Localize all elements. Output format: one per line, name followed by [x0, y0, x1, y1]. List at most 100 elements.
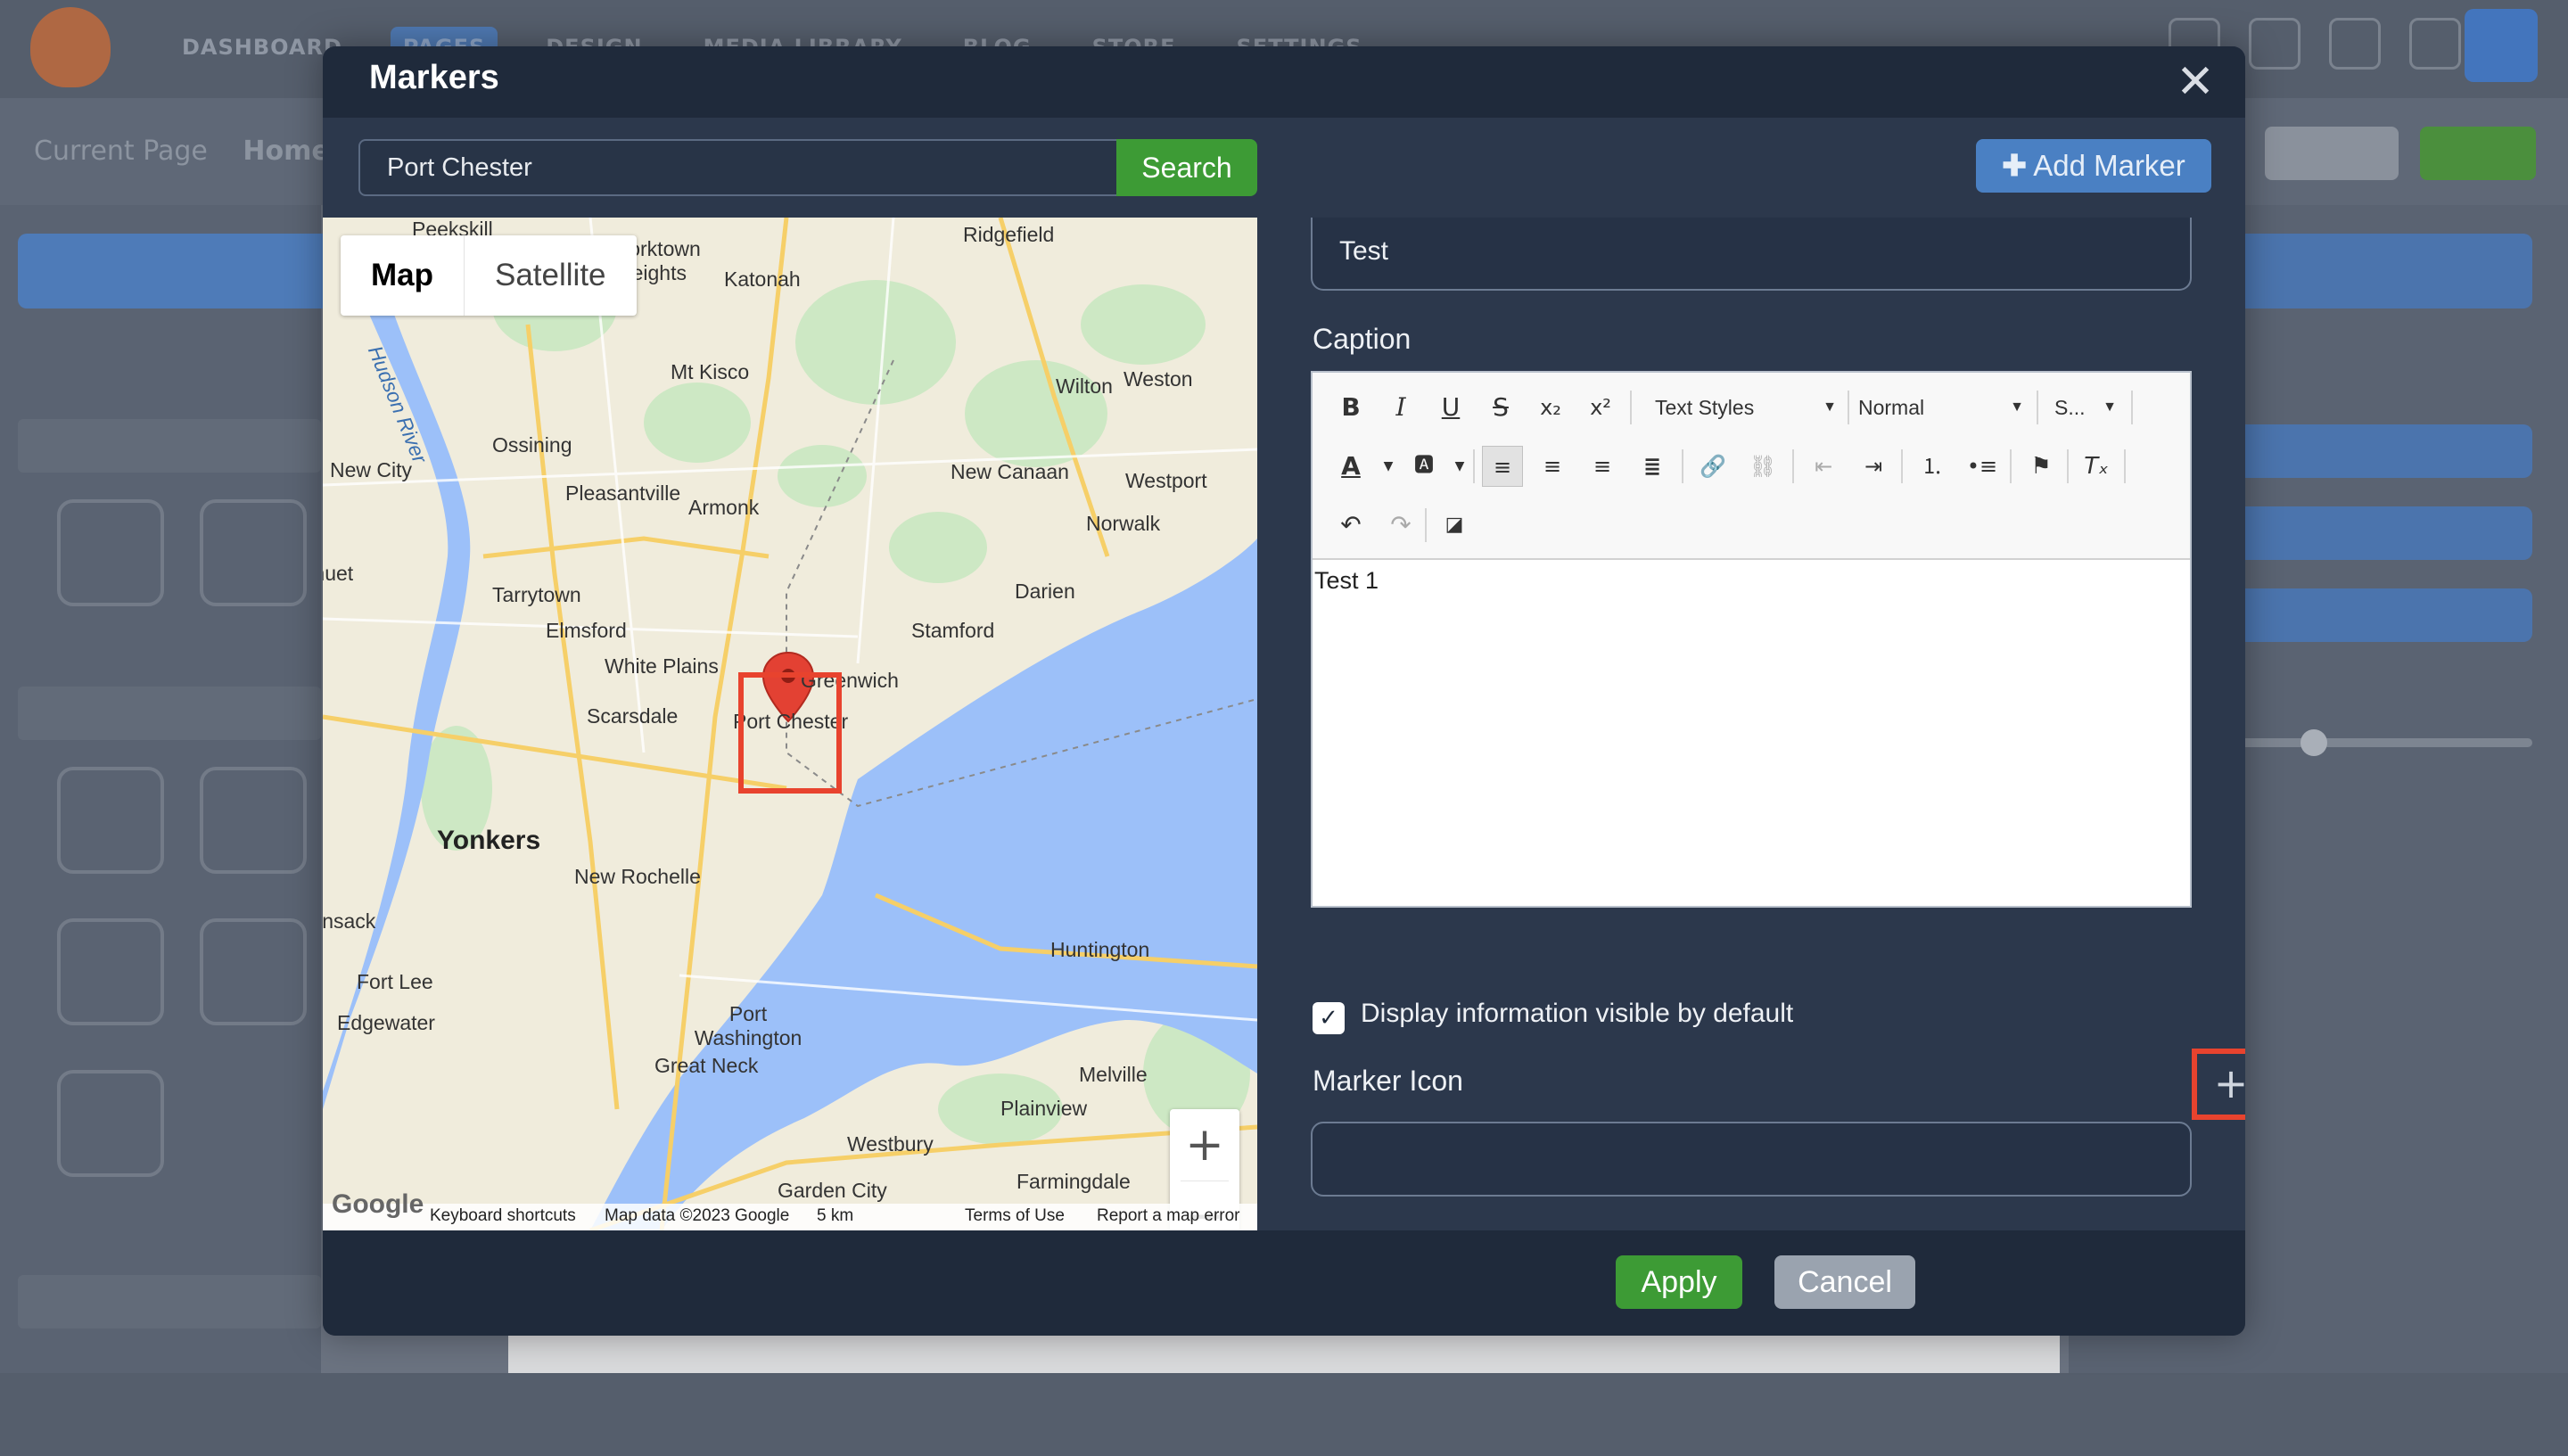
chevron-down-icon: ▼: [1823, 399, 1837, 415]
add-marker-icon-button[interactable]: +: [2192, 1049, 2245, 1120]
widget-divider-icon[interactable]: [57, 918, 164, 1025]
markers-dialog: Markers ✕ Port Chester Search ✚ Add Mark…: [323, 46, 2245, 1336]
map-label-armonk: Armonk: [688, 496, 760, 519]
marker-highlight-box: [738, 672, 842, 794]
widget-container-icon[interactable]: [200, 499, 307, 606]
map-view[interactable]: Peekskill Yorktown Heights Katonah Ridge…: [323, 218, 1257, 1230]
initial-map-center-button[interactable]: [2211, 506, 2532, 560]
redo-icon[interactable]: ↷: [1380, 505, 1421, 546]
font-size-dropdown[interactable]: S... ▼: [2054, 387, 2117, 428]
zoom-in-button[interactable]: +: [1170, 1109, 1239, 1180]
map-label-hackensack: Hackensack: [323, 909, 376, 933]
google-logo[interactable]: Google: [332, 1189, 424, 1220]
toolbar-separator: [2037, 391, 2038, 424]
strikethrough-icon[interactable]: S: [1480, 387, 1521, 428]
italic-icon[interactable]: I: [1380, 387, 1421, 428]
map-label-fort-lee: Fort Lee: [357, 970, 433, 993]
map-label-ridgefield: Ridgefield: [963, 223, 1055, 246]
text-styles-label: Text Styles: [1655, 396, 1755, 419]
map-label-great-neck: Great Neck: [654, 1054, 759, 1077]
add-marker-button[interactable]: ✚ Add Marker: [1976, 139, 2211, 193]
zoom-slider-knob[interactable]: [2300, 729, 2327, 756]
search-button[interactable]: Search: [1116, 139, 1257, 196]
superscript-icon[interactable]: x²: [1580, 387, 1621, 428]
widget-contact-form-icon[interactable]: [57, 1070, 164, 1177]
link-icon[interactable]: 🔗: [1692, 446, 1733, 487]
plus-icon: +: [2213, 1059, 2245, 1107]
outdent-icon[interactable]: ⇤: [1803, 446, 1844, 487]
chevron-down-icon: ▼: [2103, 399, 2117, 415]
map-label-wilton: Wilton: [1056, 374, 1113, 398]
display-info-checkbox[interactable]: ✓: [1313, 1002, 1345, 1034]
cancel-button[interactable]: Cancel: [1774, 1255, 1915, 1309]
markers-button[interactable]: [2211, 588, 2532, 642]
map-label-mt-kisco: Mt Kisco: [671, 360, 750, 383]
current-page-label: Current Page: [34, 136, 208, 167]
edit-connection-button[interactable]: [2211, 424, 2532, 478]
source-view-icon[interactable]: ◪: [1434, 505, 1475, 546]
terms-of-use-link[interactable]: Terms of Use: [965, 1206, 1065, 1226]
tools-icon[interactable]: [2329, 18, 2381, 70]
section-galleries[interactable]: [18, 1275, 321, 1328]
numbered-list-icon[interactable]: ⒈: [1912, 446, 1953, 487]
map-label-westport: Westport: [1125, 469, 1207, 492]
map-label-norwalk: Norwalk: [1086, 512, 1161, 535]
bulleted-list-icon[interactable]: •≡: [1962, 446, 2003, 487]
zoom-slider[interactable]: [2211, 738, 2532, 747]
widget-image-icon[interactable]: [200, 767, 307, 874]
caption-text-area[interactable]: Test 1: [1313, 562, 2190, 906]
text-color-icon[interactable]: A: [1330, 446, 1371, 487]
format-dropdown[interactable]: Normal ▼: [1858, 387, 2024, 428]
toolbar-separator: [2067, 449, 2069, 483]
unlink-icon[interactable]: ⛓: [1742, 446, 1783, 487]
marker-icon-input[interactable]: [1311, 1122, 2192, 1197]
marker-title-input[interactable]: Test: [1311, 218, 2192, 291]
map-label-melville: Melville: [1079, 1063, 1148, 1086]
toolbar-separator: [1473, 449, 1475, 483]
text-styles-dropdown[interactable]: Text Styles ▼: [1655, 387, 1837, 428]
add-marker-label: Add Marker: [2033, 149, 2185, 182]
widget-row-icon[interactable]: [57, 499, 164, 606]
undo-icon[interactable]: ↶: [1330, 505, 1371, 546]
avatar[interactable]: [2465, 9, 2538, 82]
align-left-icon[interactable]: ≡: [1482, 446, 1523, 487]
toolbar-separator: [2010, 449, 2012, 483]
underline-icon[interactable]: U: [1430, 387, 1471, 428]
map-label-stamford: Stamford: [911, 619, 995, 642]
map-scale[interactable]: 5 km: [817, 1206, 853, 1226]
apply-button[interactable]: Apply: [1616, 1255, 1742, 1309]
align-center-icon[interactable]: ≡: [1532, 446, 1573, 487]
align-justify-icon[interactable]: ≣: [1632, 446, 1673, 487]
map-label-huntington: Huntington: [1050, 938, 1150, 961]
map-type-switcher: Map Satellite: [341, 235, 637, 316]
location-search-input[interactable]: Port Chester: [358, 139, 1154, 196]
widgets-tab[interactable]: [18, 234, 357, 308]
remove-format-icon[interactable]: Tₓ: [2076, 446, 2117, 487]
report-map-error-link[interactable]: Report a map error: [1097, 1206, 1240, 1226]
widget-text-icon[interactable]: [57, 767, 164, 874]
zoom-divider: [1181, 1180, 1229, 1181]
section-basic[interactable]: [18, 687, 321, 740]
close-icon[interactable]: ✕: [2169, 55, 2222, 109]
font-size-label: S...: [2054, 396, 2086, 419]
align-right-icon[interactable]: ≡: [1582, 446, 1623, 487]
toolbar-separator: [1682, 449, 1683, 483]
bg-cancel-button[interactable]: [2265, 127, 2399, 180]
map-pro-tab[interactable]: [2211, 234, 2532, 308]
bg-save-button[interactable]: [2420, 127, 2536, 180]
map-type-satellite-button[interactable]: Satellite: [465, 235, 637, 316]
map-type-map-button[interactable]: Map: [341, 235, 465, 316]
widget-space-icon[interactable]: [200, 918, 307, 1025]
help-icon[interactable]: [2409, 18, 2461, 70]
map-label-ossining: Ossining: [492, 433, 572, 457]
current-page-value[interactable]: Home: [243, 136, 329, 167]
subscript-icon[interactable]: x₂: [1530, 387, 1571, 428]
indent-icon[interactable]: ⇥: [1853, 446, 1894, 487]
bold-icon[interactable]: B: [1330, 387, 1371, 428]
anchor-flag-icon[interactable]: ⚑: [2021, 446, 2062, 487]
history-icon[interactable]: [2249, 18, 2300, 70]
map-label-pleasantville: Pleasantville: [565, 481, 681, 505]
map-label-tarrytown: Tarrytown: [492, 583, 581, 606]
section-structure[interactable]: [18, 419, 321, 473]
keyboard-shortcuts-link[interactable]: Keyboard shortcuts: [430, 1206, 576, 1226]
